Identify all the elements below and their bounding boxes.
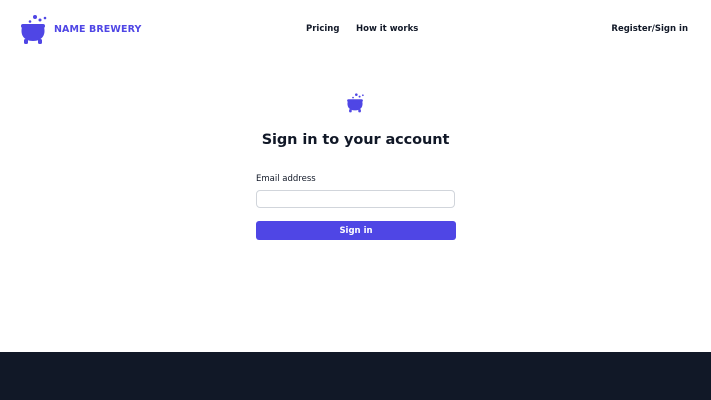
sign-in-button[interactable]: Sign in bbox=[256, 221, 456, 240]
page-title: Sign in to your account bbox=[261, 132, 450, 148]
cauldron-icon bbox=[347, 93, 364, 113]
nav-register-signin-link[interactable]: Register/Sign in bbox=[611, 24, 688, 34]
site-footer bbox=[0, 352, 711, 400]
site-header: NAME BREWERY Pricing How it works Regist… bbox=[0, 0, 711, 58]
cauldron-icon bbox=[21, 15, 47, 44]
nav-pricing-link[interactable]: Pricing bbox=[306, 24, 339, 34]
email-input[interactable] bbox=[256, 190, 455, 208]
home-logo-link[interactable]: NAME BREWERY bbox=[18, 13, 141, 45]
email-label: Email address bbox=[256, 174, 316, 184]
nav-how-it-works-link[interactable]: How it works bbox=[356, 24, 418, 34]
brand-name: NAME BREWERY bbox=[54, 23, 142, 35]
